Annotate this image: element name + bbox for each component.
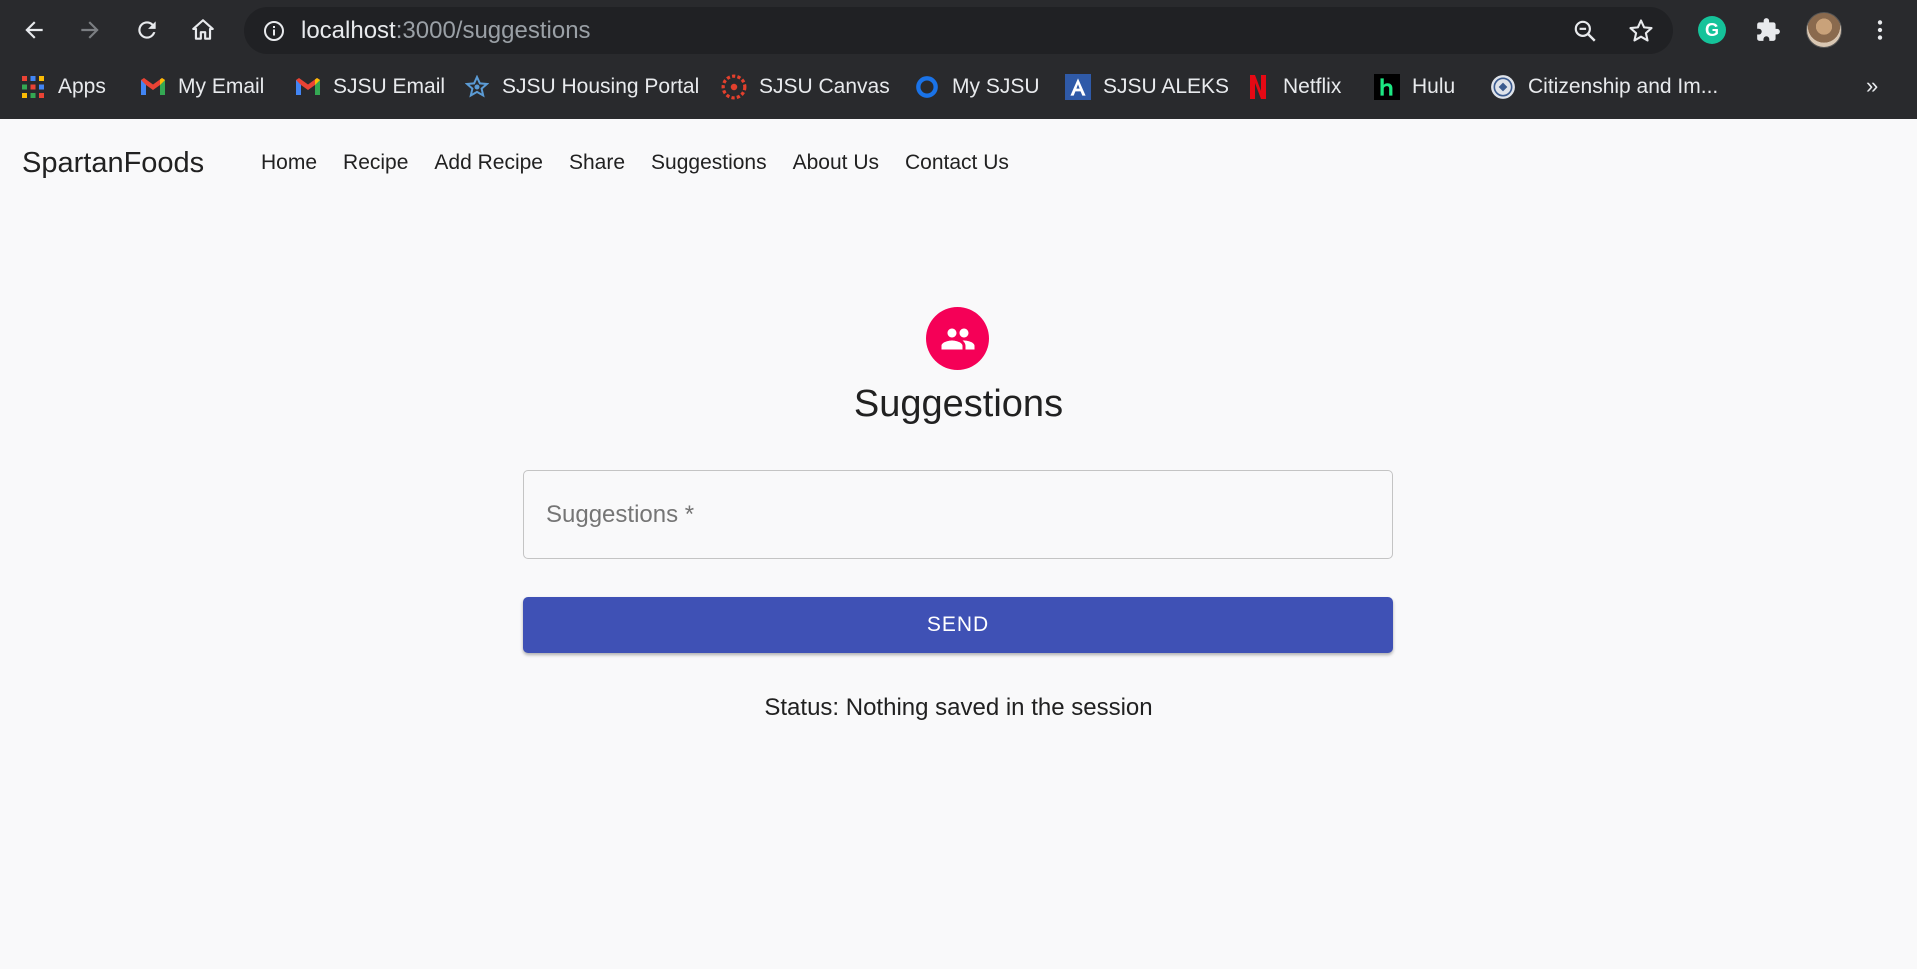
kebab-menu-icon[interactable] [1862, 12, 1898, 48]
bookmark-hulu[interactable]: Hulu [1374, 73, 1455, 101]
main-nav: Home Recipe Add Recipe Share Suggestions… [261, 151, 1035, 175]
back-icon[interactable] [16, 12, 52, 48]
star-badge-icon [464, 74, 490, 100]
bookmark-sjsu-housing-portal[interactable]: SJSU Housing Portal [464, 73, 699, 101]
bookmark-sjsu-aleks[interactable]: SJSU ALEKS [1065, 73, 1229, 101]
ring-icon [914, 74, 940, 100]
canvas-icon [721, 74, 747, 100]
page-title: Suggestions [853, 383, 1064, 425]
puzzle-icon[interactable] [1750, 12, 1786, 48]
people-icon-avatar [926, 307, 989, 370]
bookmark-my-email[interactable]: My Email [140, 73, 264, 101]
nav-home[interactable]: Home [261, 151, 317, 175]
info-icon[interactable] [262, 19, 286, 43]
bookmark-label: SJSU Housing Portal [502, 75, 700, 98]
hulu-icon [1374, 74, 1400, 100]
profile-avatar[interactable] [1806, 12, 1842, 48]
suggestions-field[interactable] [523, 470, 1393, 559]
bookmark-my-sjsu[interactable]: My SJSU [914, 73, 1040, 101]
grammarly-badge: G [1698, 16, 1726, 44]
gmail-icon [295, 74, 321, 100]
forward-icon[interactable] [72, 12, 108, 48]
star-icon[interactable] [1627, 17, 1655, 45]
netflix-icon [1245, 74, 1271, 100]
url-path: :3000/suggestions [395, 17, 591, 44]
nav-recipe[interactable]: Recipe [343, 151, 408, 175]
brand-logo[interactable]: SpartanFoods [22, 147, 204, 180]
bookmark-label: SJSU ALEKS [1103, 75, 1230, 98]
bookmark-netflix[interactable]: Netflix [1245, 73, 1341, 101]
bookmark-apps[interactable]: Apps [20, 73, 106, 101]
nav-add-recipe[interactable]: Add Recipe [434, 151, 543, 175]
bookmarks-overflow-button[interactable]: » [1866, 73, 1878, 99]
bookmarks-bar: Apps My Email SJSU Email SJSU Housing Po… [0, 69, 1917, 105]
status-text: Status: Nothing saved in the session [764, 694, 1153, 721]
bookmark-label: Hulu [1412, 75, 1456, 98]
bookmark-label: SJSU Email [333, 75, 446, 98]
reload-icon[interactable] [129, 12, 165, 48]
url-text[interactable]: localhost:3000/suggestions [301, 19, 591, 43]
bookmark-label: Netflix [1283, 75, 1342, 98]
address-bar[interactable]: localhost:3000/suggestions [244, 7, 1673, 54]
send-button[interactable]: SEND [523, 597, 1393, 653]
browser-toolbar: localhost:3000/suggestions G [0, 0, 1917, 61]
nav-about-us[interactable]: About Us [793, 151, 879, 175]
app-page: SpartanFoods Home Recipe Add Recipe Shar… [0, 119, 1917, 969]
apps-grid-icon [20, 74, 46, 100]
people-icon [941, 328, 974, 349]
nav-contact-us[interactable]: Contact Us [905, 151, 1009, 175]
nav-suggestions[interactable]: Suggestions [651, 151, 767, 175]
suggestions-input[interactable] [524, 471, 1392, 558]
aleks-icon [1065, 74, 1091, 100]
gmail-icon [140, 74, 166, 100]
bookmark-label: Citizenship and Im... [1528, 75, 1719, 98]
grammarly-icon[interactable]: G [1694, 12, 1730, 48]
zoom-out-icon[interactable] [1572, 18, 1598, 44]
seal-icon [1490, 74, 1516, 100]
url-host: localhost [301, 17, 396, 44]
bookmark-label: My SJSU [952, 75, 1040, 98]
bookmark-citizenship[interactable]: Citizenship and Im... [1490, 73, 1718, 101]
avatar [1806, 12, 1842, 48]
nav-share[interactable]: Share [569, 151, 625, 175]
bookmark-label: SJSU Canvas [759, 75, 890, 98]
bookmark-sjsu-canvas[interactable]: SJSU Canvas [721, 73, 890, 101]
bookmark-label: Apps [58, 75, 106, 98]
browser-chrome: localhost:3000/suggestions G Apps My Ema… [0, 0, 1917, 119]
home-icon[interactable] [185, 12, 221, 48]
bookmark-sjsu-email[interactable]: SJSU Email [295, 73, 445, 101]
bookmark-label: My Email [178, 75, 265, 98]
